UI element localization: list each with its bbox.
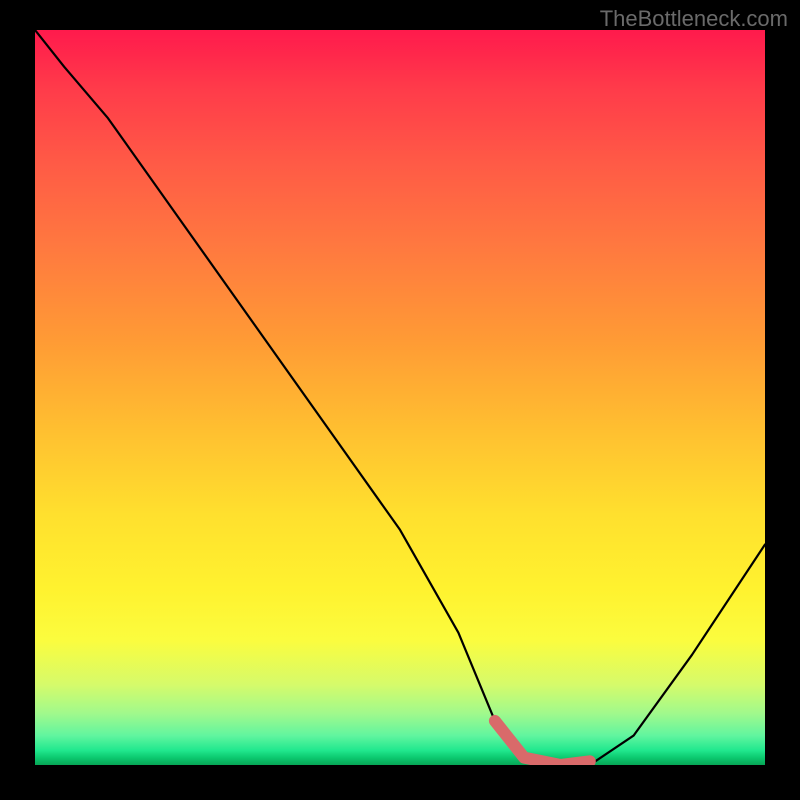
- plot-area: [35, 30, 765, 765]
- watermark-text: TheBottleneck.com: [600, 6, 788, 32]
- chart-svg: [35, 30, 765, 765]
- curve-line: [35, 30, 765, 765]
- highlight-segment: [495, 721, 590, 765]
